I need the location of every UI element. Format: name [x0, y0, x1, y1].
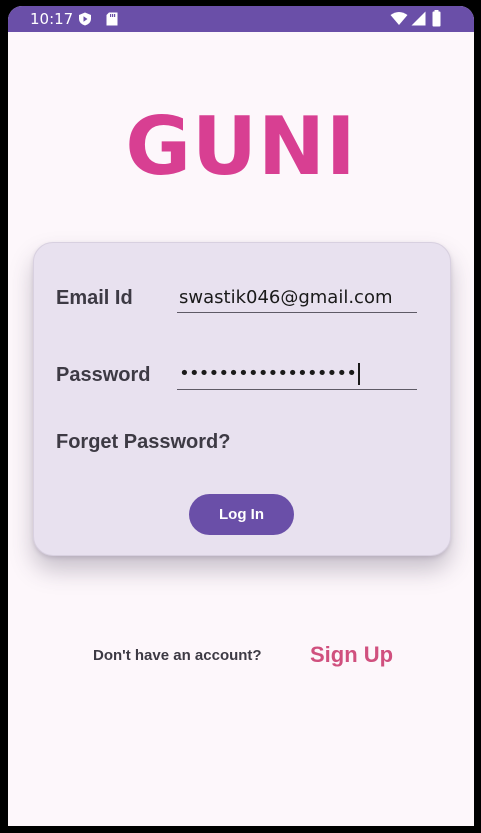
signal-icon: [411, 11, 426, 31]
app-logo: GUNI: [125, 100, 357, 193]
forgot-password-link[interactable]: Forget Password?: [56, 431, 230, 454]
email-field[interactable]: [177, 283, 417, 313]
sd-card-icon: [106, 12, 118, 31]
signup-link[interactable]: Sign Up: [310, 642, 393, 668]
email-label: Email Id: [56, 287, 133, 309]
signup-row: Don't have an account? Sign Up: [8, 642, 474, 672]
status-time: 10:17: [30, 10, 74, 28]
login-card: Email Id Password •••••••••••••••••• For…: [33, 242, 451, 556]
password-label: Password: [56, 364, 151, 386]
password-masked-value: ••••••••••••••••••: [179, 363, 357, 384]
login-button[interactable]: Log In: [189, 494, 294, 535]
phone-screen: 10:17 GUNI Email Id swastik046@gmail.com…: [8, 6, 474, 826]
status-bar: 10:17: [8, 6, 474, 32]
password-field[interactable]: ••••••••••••••••••: [177, 360, 417, 390]
battery-icon: [432, 10, 441, 32]
wifi-icon: [390, 11, 408, 31]
text-cursor: [358, 363, 361, 385]
play-shield-icon: [78, 12, 92, 31]
signup-prompt: Don't have an account?: [93, 647, 262, 664]
